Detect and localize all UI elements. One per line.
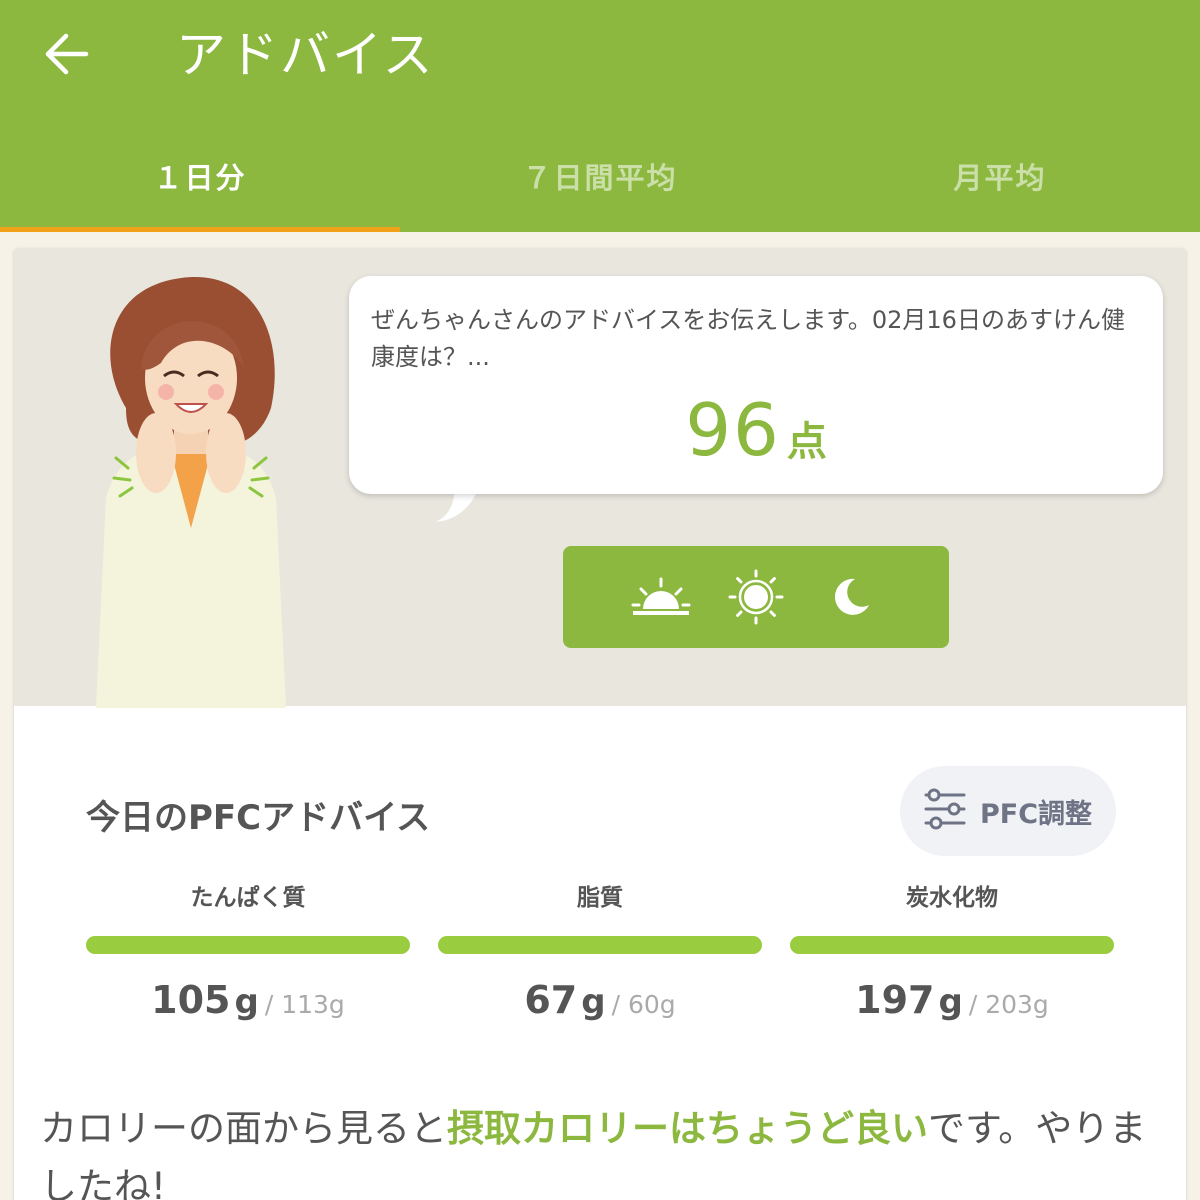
comment-highlight: 摂取カロリーはちょうど良い	[447, 1107, 928, 1150]
advice-card: ぜんちゃんさんのアドバイスをお伝えします。02月16日のあすけん健康度は？...…	[14, 248, 1186, 1200]
macro-current: 67	[524, 978, 578, 1022]
macro-protein: たんぱく質 105 g/ 113g	[86, 878, 410, 1022]
app-bar: アドバイス １日分 ７日間平均 月平均	[0, 0, 1200, 232]
page-title: アドバイス	[176, 26, 435, 84]
macro-name: たんぱく質	[190, 885, 306, 911]
macro-progress-bar	[86, 936, 410, 954]
health-score: 96 点	[349, 388, 1163, 472]
macro-unit: g	[581, 982, 606, 1022]
tab-monthly-average[interactable]: 月平均	[800, 128, 1200, 232]
arrow-left-icon[interactable]	[40, 28, 96, 84]
macro-name: 炭水化物	[906, 885, 998, 911]
macro-target: / 203g	[968, 990, 1049, 1019]
macro-target: / 113g	[264, 990, 345, 1019]
macro-carbohydrate: 炭水化物 197 g/ 203g	[790, 878, 1114, 1022]
speech-bubble: ぜんちゃんさんのアドバイスをお伝えします。02月16日のあすけん健康度は？...…	[349, 276, 1163, 494]
tab-bar: １日分 ７日間平均 月平均	[0, 128, 1200, 232]
macro-current: 197	[855, 978, 935, 1022]
tab-daily[interactable]: １日分	[0, 128, 400, 232]
macro-values: 197 g/ 203g	[790, 978, 1114, 1022]
advice-hero: ぜんちゃんさんのアドバイスをお伝えします。02月16日のあすけん健康度は？...…	[14, 248, 1186, 708]
advice-message: ぜんちゃんさんのアドバイスをお伝えします。02月16日のあすけん健康度は？...	[371, 306, 1125, 371]
pfc-section-title: 今日のPFCアドバイス	[86, 798, 431, 838]
meal-time-selector	[563, 546, 949, 648]
sliders-icon	[922, 786, 968, 836]
macro-name: 脂質	[577, 885, 623, 911]
pfc-adjust-label: PFC調整	[980, 798, 1093, 830]
sunrise-icon[interactable]	[631, 567, 691, 627]
health-score-value: 96	[685, 388, 781, 472]
moon-icon[interactable]	[821, 567, 881, 627]
macro-fat: 脂質 67 g/ 60g	[438, 878, 762, 1022]
macro-current: 105	[151, 978, 231, 1022]
sun-icon[interactable]	[726, 567, 786, 627]
macro-values: 105 g/ 113g	[86, 978, 410, 1022]
macro-values: 67 g/ 60g	[438, 978, 762, 1022]
advisor-illustration	[86, 268, 296, 708]
comment-text-before: カロリーの面から見ると	[40, 1107, 447, 1150]
pfc-adjust-button[interactable]: PFC調整	[900, 766, 1116, 856]
macro-target: / 60g	[611, 990, 676, 1019]
tab-7day-average[interactable]: ７日間平均	[400, 128, 800, 232]
macro-progress-bar	[790, 936, 1114, 954]
macro-progress-bar	[438, 936, 762, 954]
calorie-comment: カロリーの面から見ると摂取カロリーはちょうど良いです。やりましたね!	[40, 1100, 1160, 1200]
health-score-unit: 点	[786, 419, 827, 465]
macro-unit: g	[234, 982, 259, 1022]
macro-unit: g	[938, 982, 963, 1022]
